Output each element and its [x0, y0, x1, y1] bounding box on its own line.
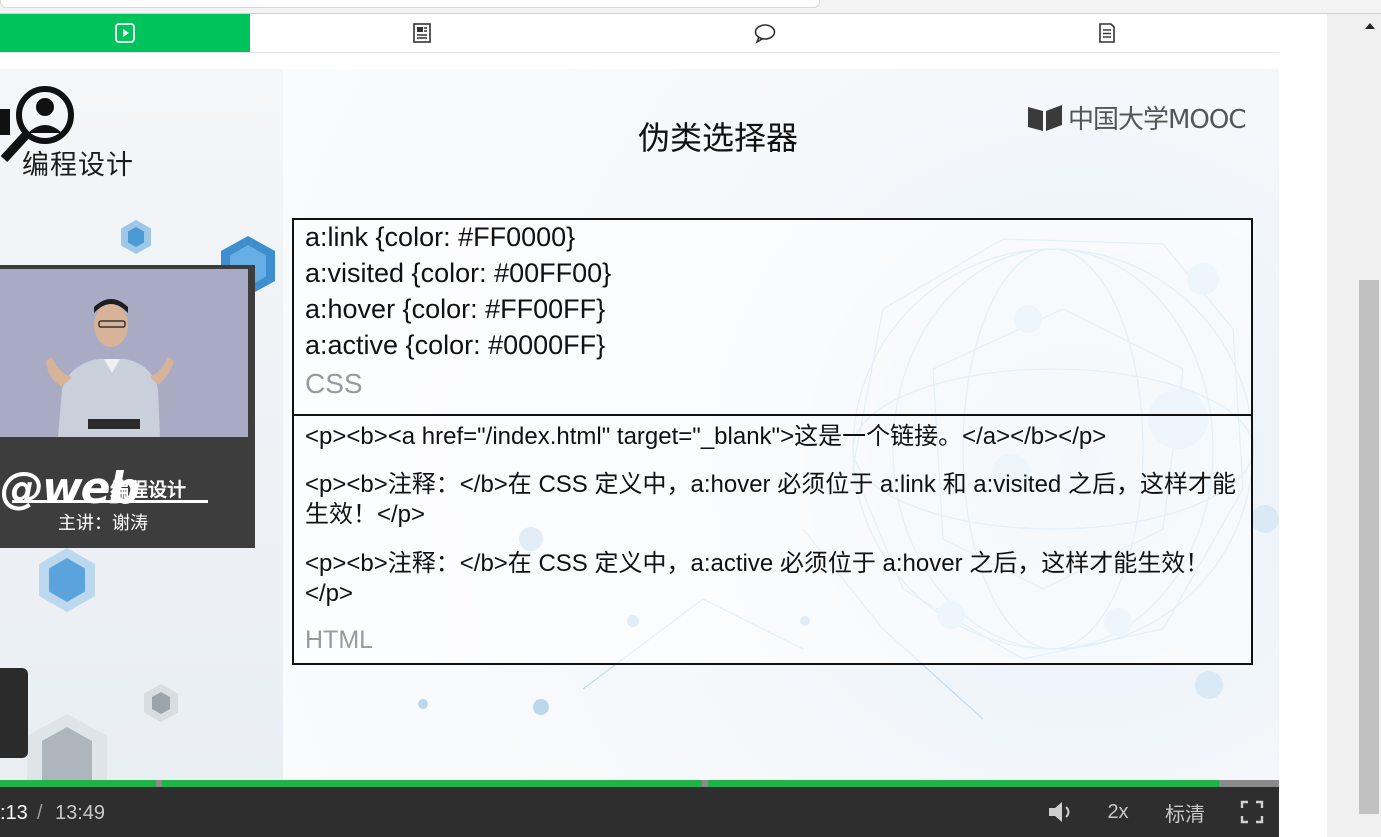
teacher-name: 主讲：谢涛 [58, 513, 148, 534]
mooc-logo: 中国大学MOOC [1026, 99, 1247, 136]
quality-button[interactable]: 标清 [1160, 797, 1210, 827]
play-icon [115, 23, 135, 43]
tab-video[interactable] [0, 14, 250, 52]
time-separator: / [37, 802, 43, 824]
slide-title: 伪类选择器 [638, 119, 799, 157]
course-tab-bar [0, 14, 1279, 53]
course-side-panel: 编程设计 @web 编程设计 主讲：谢涛 [0, 69, 283, 780]
css-code-section: a:link {color: #FF0000} a:visited {color… [294, 220, 1251, 416]
side-collapse-button[interactable] [0, 668, 28, 758]
hexagon-decoration-icon [27, 714, 107, 780]
css-code-line: a:hover {color: #FF00FF} [305, 294, 606, 324]
course-player-page: 编程设计 @web 编程设计 主讲：谢涛 伪类选择器 中国大学MOOC a:li… [0, 0, 1381, 837]
presenter-inset: @web 编程设计 主讲：谢涛 [0, 265, 255, 548]
html-code-line: <p><b>注释：</b>在 CSS 定义中，a:hover 必须位于 a:li… [305, 471, 1236, 528]
document-icon [1099, 23, 1115, 43]
comment-icon [754, 24, 776, 44]
video-frame[interactable]: 编程设计 @web 编程设计 主讲：谢涛 伪类选择器 中国大学MOOC a:li… [0, 69, 1279, 780]
tab-document[interactable] [985, 14, 1229, 52]
code-example-box: a:link {color: #FF0000} a:visited {color… [292, 218, 1253, 665]
video-control-bar: :13 / 13:49 2x 标清 [0, 787, 1279, 837]
html-code-line: <p><b>注释：</b>在 CSS 定义中，a:active 必须位于 a:h… [305, 550, 1210, 607]
scroll-up-arrow-icon[interactable] [1360, 16, 1380, 36]
css-code-line: a:active {color: #0000FF} [305, 330, 606, 360]
brand-underline [12, 500, 208, 503]
progress-chapter-segment[interactable] [162, 780, 702, 787]
browser-top-strip [0, 0, 1381, 14]
mooc-book-icon [1028, 104, 1062, 131]
brand-course-name: 编程设计 [110, 479, 187, 501]
tab-discussion[interactable] [640, 14, 890, 52]
mooc-logo-text: 中国大学MOOC [1068, 105, 1247, 135]
hexagon-decoration-icon [39, 548, 95, 612]
css-code-line: a:link {color: #FF0000} [305, 222, 576, 252]
html-code-line: <p><b><a href="/index.html" target="_bla… [305, 423, 1107, 450]
presenter-figure-icon [0, 269, 248, 437]
fullscreen-icon [1240, 800, 1264, 824]
hexagon-decoration-icon [144, 684, 178, 722]
notes-icon [413, 23, 431, 43]
fullscreen-button[interactable] [1237, 797, 1267, 827]
hexagon-decoration-icon [121, 220, 151, 254]
volume-button[interactable] [1044, 797, 1078, 827]
page-scrollbar-thumb[interactable] [1359, 280, 1379, 814]
progress-chapter-segment[interactable] [0, 780, 156, 787]
tab-notes[interactable] [300, 14, 544, 52]
presenter-video-feed [0, 269, 248, 437]
volume-icon [1049, 802, 1070, 822]
total-time: 13:49 [55, 802, 106, 824]
html-section-label: HTML [305, 626, 374, 654]
css-code-line: a:visited {color: #00FF00} [305, 258, 612, 288]
current-time: :13 [0, 802, 28, 824]
css-section-label: CSS [305, 368, 363, 399]
course-logo-title: 编程设计 [22, 150, 134, 181]
progress-chapter-segment[interactable] [708, 780, 1219, 787]
browser-field-edge [0, 0, 820, 8]
playback-speed-button[interactable]: 2x [1100, 797, 1136, 827]
